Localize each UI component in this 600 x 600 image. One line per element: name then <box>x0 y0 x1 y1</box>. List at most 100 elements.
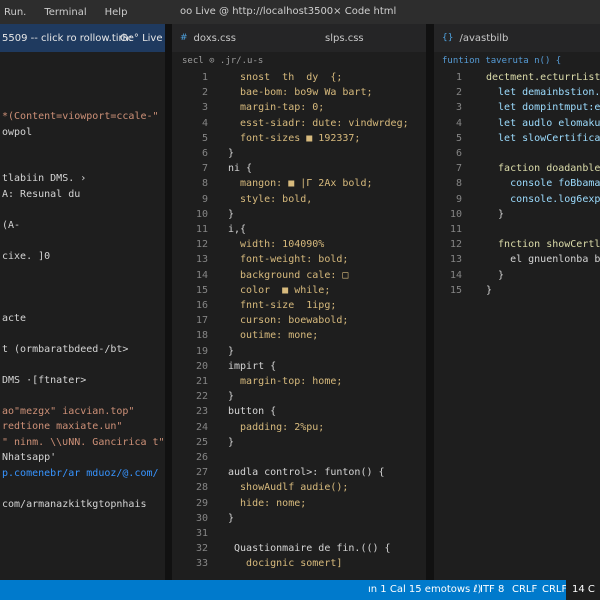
line-number: 24 <box>195 421 208 433</box>
code-line: let slowCertificat <box>486 132 600 144</box>
status-bar: ın 1 Cal 15 emotows ℓ) ITF 8 CRLF CRLF 1… <box>0 580 600 600</box>
code-line: t (ormbaratbdeed-/bt> <box>2 343 129 355</box>
tab-right-file-label: /avastbilb <box>459 32 509 44</box>
code-line: fnction showCertlf <box>486 239 600 251</box>
line-number: 10 <box>195 208 208 220</box>
line-number: 15 <box>195 284 208 296</box>
go-live-button[interactable]: Ge° Live <box>120 29 163 47</box>
code-line: esst-siadr: dute: vindwrdeg; <box>228 117 409 129</box>
code-line: } <box>486 208 505 220</box>
line-number: 3 <box>201 102 208 114</box>
line-number: 23 <box>195 406 208 418</box>
line-number: 15 <box>449 284 462 296</box>
line-number: 7 <box>201 163 208 175</box>
code-line: audla control>: funton() { <box>228 467 385 479</box>
code-line: let dompintmput:et <box>486 102 600 114</box>
line-number: 30 <box>195 512 208 524</box>
menu-help[interactable]: Help <box>96 7 137 18</box>
line-number: 8 <box>455 178 462 190</box>
eol-indicator-2[interactable]: CRLF <box>542 580 567 600</box>
code-line: } <box>228 345 235 357</box>
column-indicator[interactable]: 14 C <box>566 580 600 600</box>
tab-strip: 5509 -- click ro rollow.tirh: Ge° Live #… <box>0 24 600 52</box>
code-line: style: bold, <box>228 193 313 205</box>
code-line: ao"mezgx" iacvian.top" <box>2 405 135 417</box>
line-number: 31 <box>195 528 208 539</box>
line-number: 14 <box>195 269 208 281</box>
code-line: el gnuenlonba bu <box>486 254 600 266</box>
line-number: 4 <box>455 117 462 129</box>
code-line: } <box>228 391 235 403</box>
window-title: oo Live @ http://localhost3500× Code htm… <box>180 6 397 17</box>
line-number: 17 <box>195 315 208 327</box>
editor-left[interactable]: *(Content=viowport=ccale-" owpol tlabiin D… <box>0 70 165 580</box>
line-number: 1 <box>455 72 462 83</box>
code-line: } <box>228 208 235 220</box>
panel-divider-right[interactable] <box>426 24 434 580</box>
tab-doxs-css[interactable]: # doxs.css <box>180 24 300 52</box>
code-line: owpol <box>2 126 33 138</box>
code-line: Quastionmaire de fin.(() { <box>228 543 391 555</box>
code-line: impirt { <box>228 360 277 372</box>
code-line: mangon: ■ |Γ 2Ax bold; <box>228 178 373 190</box>
tab-live-preview-label: 5509 -- click ro rollow.tirh: <box>2 32 133 44</box>
code-line: font-sizes ■ 192337; <box>228 132 361 144</box>
line-number: 4 <box>201 117 208 129</box>
menu-run[interactable]: Run. <box>0 7 35 18</box>
encoding-indicator[interactable]: ITF 8 <box>480 580 504 600</box>
breadcrumb-mid[interactable]: secl ⊙ .jr/.u-s <box>182 52 422 70</box>
code-line: faction doadanbleyu <box>486 163 600 175</box>
code-line: (A- <box>2 219 21 231</box>
code-line: outime: mone; <box>228 330 319 342</box>
code-line: docignic somert] <box>228 558 343 570</box>
breadcrumb-right-text: funtion taveruta n() { <box>442 56 562 66</box>
line-number: 21 <box>195 376 208 387</box>
line-number: 5 <box>201 132 208 144</box>
line-number: 11 <box>449 224 462 235</box>
line-number: 11 <box>195 224 208 235</box>
line-number: 1 <box>201 72 208 83</box>
editor-css[interactable]: 1 snost th dy {; 2 bae-bom: bo9w Wa bart;… <box>172 70 426 580</box>
line-number: 12 <box>449 239 462 251</box>
code-line: redtione maxiate.un" <box>2 421 123 432</box>
code-line: } <box>228 436 235 448</box>
line-number: 20 <box>195 360 208 372</box>
code-line: i,{ <box>228 224 247 235</box>
breadcrumb-right[interactable]: funtion taveruta n() { <box>442 52 600 70</box>
line-number: 10 <box>449 208 462 220</box>
code-line: tlabiin DMS. › <box>2 173 87 184</box>
line-number: 19 <box>195 345 208 357</box>
code-line: } <box>486 269 505 281</box>
line-number: 2 <box>455 87 462 99</box>
eol-indicator[interactable]: CRLF <box>512 580 537 600</box>
css-file-icon: # <box>180 33 188 43</box>
line-number: 8 <box>201 178 208 190</box>
tab-slps-css[interactable]: slps.css <box>325 24 425 52</box>
line-number: 25 <box>195 436 208 448</box>
code-line: DMS ·[ftnater> <box>2 374 87 386</box>
cursor-position[interactable]: ın 1 Cal 15 emotows ℓ) <box>368 580 481 600</box>
js-file-icon: {} <box>442 33 454 43</box>
line-number: 2 <box>201 87 208 99</box>
code-line: } <box>228 148 235 159</box>
line-number: 6 <box>455 148 462 159</box>
line-number: 13 <box>195 254 208 266</box>
line-number: 14 <box>449 269 462 281</box>
code-line: snost th dy {; <box>228 72 343 83</box>
tab-right-file[interactable]: {} /avastbilb <box>442 24 600 52</box>
editor-js[interactable]: 1 dectment.ecturrListen 2 let demainbstion… <box>434 70 600 580</box>
panel-divider-left[interactable] <box>165 24 172 580</box>
code-line: let demainbstion.do <box>486 87 600 99</box>
code-line: } <box>228 512 235 524</box>
line-number: 12 <box>195 239 208 251</box>
menu-terminal[interactable]: Terminal <box>35 7 95 18</box>
code-line: com/armanazkitkgtopnhais <box>2 498 147 510</box>
line-number: 7 <box>455 163 462 175</box>
line-number: 16 <box>195 300 208 311</box>
line-number: 6 <box>201 148 208 159</box>
line-number: 32 <box>195 543 208 555</box>
code-line: fnnt-size 1ipg; <box>228 300 337 311</box>
code-line: Nhatsapp' <box>2 452 57 463</box>
code-line: " ninm. \\∪NN. Gancirica t"; <box>2 436 165 448</box>
code-line: } <box>486 284 493 296</box>
